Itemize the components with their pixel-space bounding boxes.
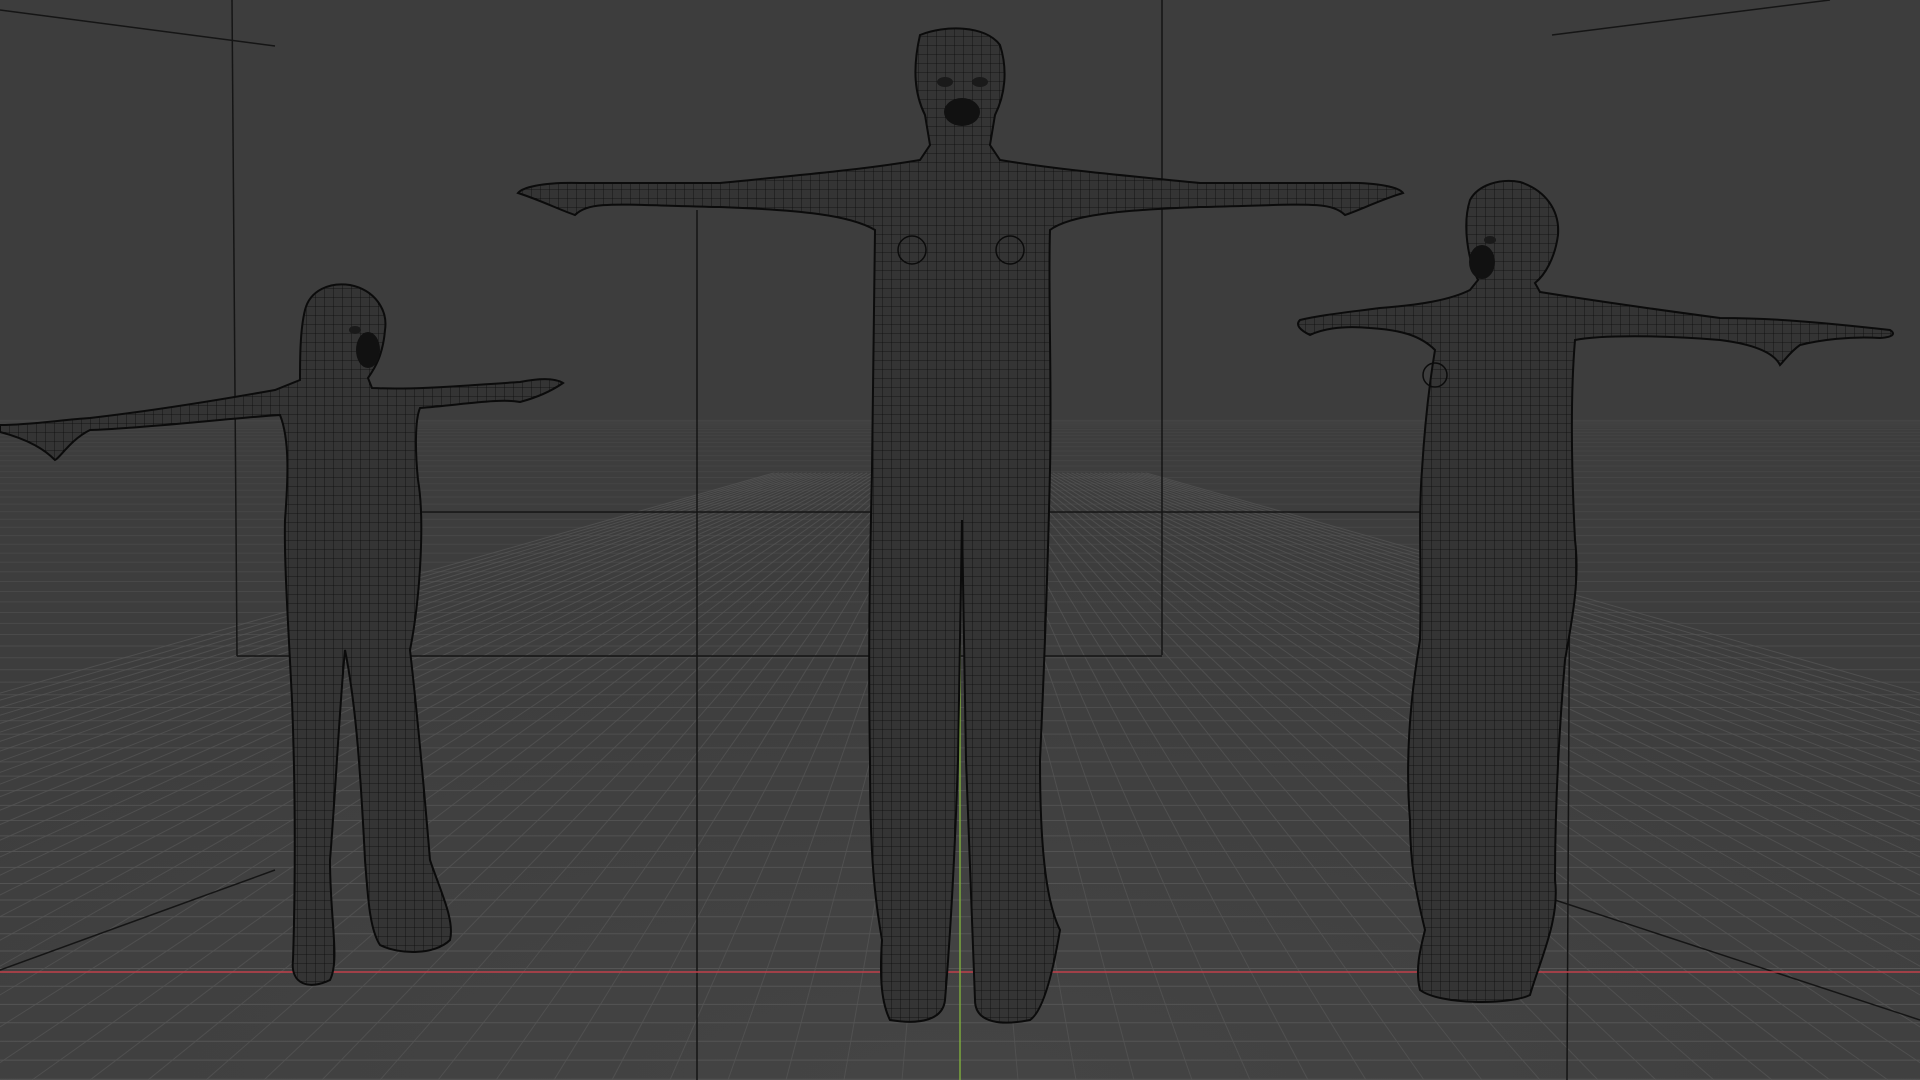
viewport-scene[interactable] [0, 0, 1920, 1080]
3d-viewport[interactable] [0, 0, 1920, 1080]
